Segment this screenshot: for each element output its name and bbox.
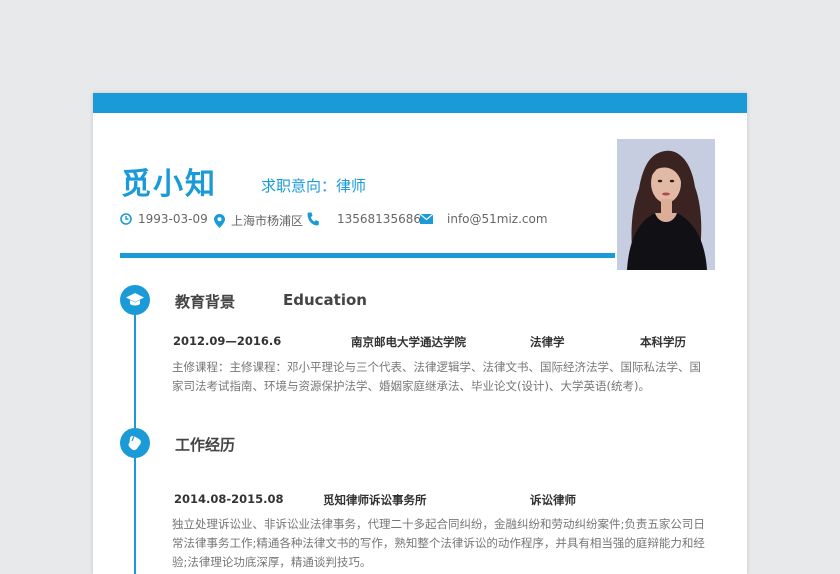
education-icon-circle	[120, 285, 150, 315]
education-major: 法律学	[530, 335, 565, 349]
education-title: 教育背景	[175, 293, 236, 311]
candidate-name: 觅小知	[121, 167, 217, 202]
clock-icon	[120, 213, 132, 225]
phone-text: 13568135686	[337, 212, 421, 226]
header-bar	[93, 93, 747, 113]
work-icon-circle	[120, 428, 150, 458]
job-intent: 求职意向：律师	[261, 177, 367, 195]
phone-icon	[307, 212, 319, 226]
email-info: info@51miz.com	[420, 212, 548, 226]
header-divider	[120, 253, 615, 258]
work-position: 诉讼律师	[530, 493, 576, 507]
phone-info: 13568135686	[307, 212, 421, 226]
work-company: 觅知律师诉讼事务所	[323, 493, 427, 507]
birth-info: 1993-03-09	[120, 212, 208, 226]
portrait-image	[617, 139, 715, 270]
profile-photo	[617, 139, 715, 270]
education-courses: 主修课程：主修课程：邓小平理论与三个代表、法律逻辑学、法律文书、国际经济法学、国…	[172, 360, 701, 393]
mail-icon	[420, 214, 433, 224]
location-text: 上海市杨浦区	[231, 214, 304, 228]
work-title: 工作经历	[175, 436, 236, 454]
mouse-icon	[128, 435, 141, 451]
education-school: 南京邮电大学通达学院	[351, 335, 466, 349]
location-pin-icon	[214, 213, 225, 228]
education-degree: 本科学历	[640, 335, 686, 349]
work-period: 2014.08-2015.08	[174, 492, 284, 506]
education-period: 2012.09—2016.6	[173, 334, 282, 348]
location-info: 上海市杨浦区	[214, 212, 303, 229]
graduation-cap-icon	[126, 293, 144, 306]
work-description: 独立处理诉讼业、非诉讼业法律事务，代理二十多起合同纠纷，金融纠纷和劳动纠纷案件;…	[172, 517, 705, 569]
resume-page: 觅小知 求职意向：律师 1993-03-09 上海市杨浦区 1356813568…	[93, 93, 747, 574]
birth-date: 1993-03-09	[138, 212, 208, 226]
education-title-en: Education	[283, 291, 367, 309]
email-text: info@51miz.com	[447, 212, 548, 226]
